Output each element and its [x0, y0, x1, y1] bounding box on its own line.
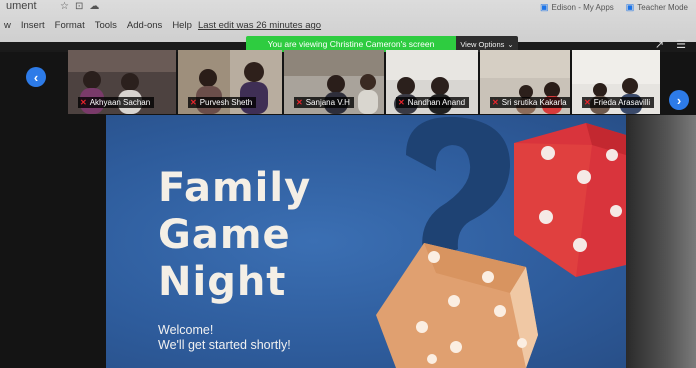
- menu-item-help[interactable]: Help: [172, 20, 192, 31]
- view-options-label: View Options: [460, 39, 505, 49]
- participant-name-tag: ✕ Akhyaan Sachan: [78, 97, 155, 108]
- mic-muted-icon: ✕: [190, 98, 197, 107]
- menu-item-fragment[interactable]: w: [4, 20, 11, 31]
- slide-title-line: Family: [158, 165, 312, 211]
- slide-title-line: Night: [158, 259, 287, 305]
- slide-title-line: Game: [158, 212, 291, 258]
- participant-name: Sri srutika Kakarla: [501, 98, 567, 107]
- bookmark-label: Edison - My Apps: [551, 3, 614, 12]
- slide-title: Family Game Night: [158, 165, 311, 306]
- mic-muted-icon: ✕: [296, 98, 303, 107]
- participant-name: Nandhan Anand: [407, 98, 466, 107]
- mic-muted-icon: ✕: [492, 98, 499, 107]
- bookmark-edison[interactable]: ▣ Edison - My Apps: [540, 2, 614, 13]
- participant-name: Purvesh Sheth: [199, 98, 253, 107]
- menu-item-format[interactable]: Format: [55, 20, 85, 31]
- participant-video-sri-srutika[interactable]: ✕ Sri srutika Kakarla: [480, 50, 570, 114]
- move-to-folder-icon[interactable]: ⊡: [75, 1, 89, 12]
- mic-muted-icon: ✕: [584, 98, 591, 107]
- menu-item-insert[interactable]: Insert: [21, 20, 45, 31]
- participant-name-tag: ✕ Sri srutika Kakarla: [490, 97, 570, 108]
- cloud-status-icon[interactable]: ☁: [89, 1, 105, 12]
- star-icon[interactable]: ☆: [60, 1, 75, 12]
- bookmark-label: Teacher Mode: [637, 3, 688, 12]
- red-die-graphic: [514, 123, 626, 277]
- menu-icon[interactable]: ☰: [676, 38, 686, 51]
- participant-video-sanjana[interactable]: ✕ Sanjana V.H: [284, 50, 384, 114]
- chevron-down-icon: ⌄: [507, 39, 514, 49]
- participant-name-tag: ✕ Nandhan Anand: [396, 97, 470, 108]
- participant-name: Sanjana V.H: [305, 98, 350, 107]
- participant-name: Frieda Arasavilli: [593, 98, 651, 107]
- slide-subtitle-line: We'll get started shortly!: [158, 338, 291, 352]
- slide-subtitle-line: Welcome!: [158, 323, 214, 337]
- document-title[interactable]: ument: [6, 0, 37, 12]
- next-participants-button[interactable]: ›: [669, 90, 689, 110]
- participant-name-tag: ✕ Sanjana V.H: [294, 97, 354, 108]
- document-menu-bar: w Insert Format Tools Add-ons Help: [4, 20, 192, 31]
- mic-muted-icon: ✕: [398, 98, 405, 107]
- previous-participants-button[interactable]: ‹: [26, 67, 46, 87]
- menu-item-add-ons[interactable]: Add-ons: [127, 20, 162, 31]
- participant-name-tag: ✕ Purvesh Sheth: [188, 97, 257, 108]
- shared-slide: Family Game Night Welcome! We'll get sta…: [106, 115, 626, 368]
- participant-video-akhyaan[interactable]: ✕ Akhyaan Sachan: [68, 50, 176, 114]
- participant-name: Akhyaan Sachan: [89, 98, 151, 107]
- chevron-left-icon: ‹: [33, 69, 39, 85]
- participant-video-nandhan[interactable]: ✕ Nandhan Anand: [386, 50, 478, 114]
- browser-bookmarks: ▣ Edison - My Apps ▣ Teacher Mode: [540, 2, 688, 13]
- screen-glare: [626, 115, 696, 368]
- participant-video-frieda[interactable]: ✕ Frieda Arasavilli: [572, 50, 660, 114]
- participant-video-purvesh[interactable]: ✕ Purvesh Sheth: [178, 50, 282, 114]
- app-icon: ▣: [625, 2, 635, 12]
- chevron-right-icon: ›: [676, 92, 682, 108]
- last-edit-link[interactable]: Last edit was 26 minutes ago: [198, 20, 321, 31]
- menu-item-tools[interactable]: Tools: [95, 20, 117, 31]
- mic-muted-icon: ✕: [80, 98, 87, 107]
- participant-name-tag: ✕ Frieda Arasavilli: [582, 97, 655, 108]
- slide-subtitle: Welcome! We'll get started shortly!: [158, 323, 291, 353]
- app-icon: ▣: [540, 2, 549, 12]
- document-title-icons: ☆⊡☁: [60, 1, 105, 12]
- bookmark-teacher-mode[interactable]: ▣ Teacher Mode: [626, 2, 688, 13]
- orange-die-graphic: [376, 243, 538, 368]
